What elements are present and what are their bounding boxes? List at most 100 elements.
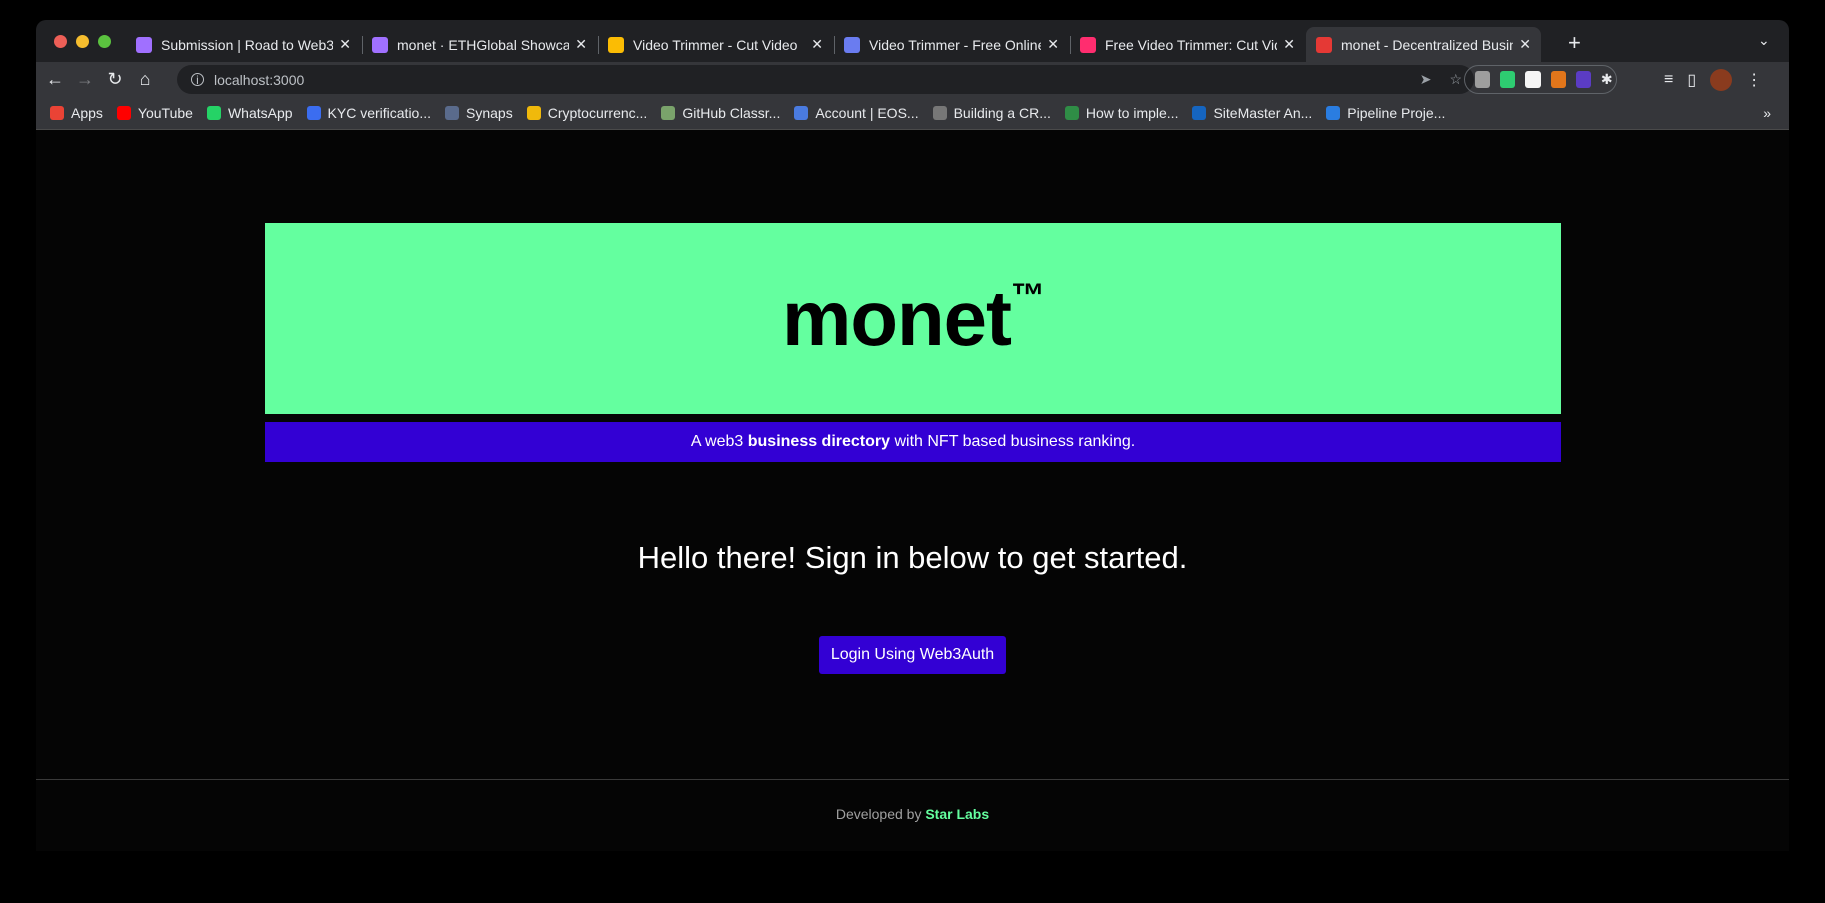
bookmark-favicon-icon [50, 106, 64, 120]
metamask-icon[interactable] [1550, 71, 1566, 88]
bookmark-favicon-icon [1064, 106, 1079, 120]
footer-text: Developed by [835, 806, 926, 822]
side-panel-icon[interactable]: ▯ [1687, 70, 1696, 90]
bookmark-label: Building a CR... [953, 105, 1051, 121]
extension-icon[interactable] [1525, 71, 1541, 88]
tab[interactable]: Video Trimmer - Free Online ✕ [834, 27, 1071, 62]
bookmark-label: Account | EOS... [815, 105, 919, 121]
bookmark-item[interactable]: Apps [50, 105, 103, 121]
login-button[interactable]: Login Using Web3Auth [819, 636, 1006, 674]
bookmark-label: YouTube [137, 105, 193, 121]
extensions-area: ✱ [1464, 65, 1617, 94]
tagline: A web3 business directory with NFT based… [265, 422, 1561, 462]
bookmark-item[interactable]: Pipeline Proje... [1326, 105, 1445, 121]
tab-title: monet - Decentralized Business [1341, 36, 1514, 53]
tagline-text: with NFT based business ranking. [890, 433, 1136, 450]
bookmark-item[interactable]: YouTube [116, 105, 193, 121]
browser-window: Submission | Road to Web3 ✕ monet · ETHGlo… [36, 20, 1789, 851]
minimize-window-button[interactable] [76, 35, 89, 48]
send-icon[interactable]: ➤ [1420, 71, 1432, 88]
brand-name: monet [782, 274, 1012, 362]
close-tab-icon[interactable]: ✕ [1283, 36, 1295, 53]
tab-favicon-icon [372, 36, 388, 53]
bookmark-item[interactable]: WhatsApp [206, 105, 293, 121]
bookmark-label: GitHub Classr... [682, 105, 781, 121]
menu-icon[interactable]: ⋮ [1746, 70, 1762, 90]
maximize-window-button[interactable] [98, 35, 111, 48]
bookmarks-overflow-icon[interactable]: » [1763, 105, 1771, 121]
bookmark-favicon-icon [306, 106, 321, 120]
bookmark-item[interactable]: Building a CR... [932, 105, 1051, 121]
tab-favicon-icon [608, 36, 624, 53]
bookmark-favicon-icon [1192, 106, 1207, 120]
bookmark-item[interactable]: Cryptocurrenc... [526, 105, 648, 121]
extension-icon[interactable] [1575, 71, 1591, 88]
bookmark-favicon-icon [661, 106, 676, 120]
tab-search-chevron-icon[interactable]: ⌄ [1758, 32, 1770, 49]
back-icon[interactable]: ← [40, 69, 70, 90]
bookmark-label: Cryptocurrenc... [547, 105, 648, 121]
bookmark-label: Synaps [466, 105, 513, 121]
bookmark-favicon-icon [206, 106, 221, 120]
bookmark-favicon-icon [794, 106, 809, 120]
tab-title: Submission | Road to Web3 [161, 36, 334, 53]
close-tab-icon[interactable]: ✕ [811, 36, 823, 53]
footer: Developed by Star Labs [36, 806, 1789, 822]
bookmarks-bar: Apps YouTube WhatsApp KYC verificatio... Syn… [36, 97, 1789, 130]
home-icon[interactable]: ⌂ [130, 69, 160, 90]
extension-icon[interactable] [1500, 71, 1516, 88]
tab-favicon-icon [136, 36, 152, 53]
tab-title: Free Video Trimmer: Cut Video [1105, 36, 1277, 53]
bookmark-item[interactable]: GitHub Classr... [661, 105, 780, 121]
tab[interactable]: Submission | Road to Web3 ✕ [126, 27, 363, 62]
tab[interactable]: Video Trimmer - Cut Video ✕ [598, 27, 835, 62]
close-tab-icon[interactable]: ✕ [1047, 36, 1059, 53]
bookmark-label: Apps [71, 105, 103, 121]
tab-bar: Submission | Road to Web3 ✕ monet · ETHGlo… [36, 20, 1789, 62]
bookmark-label: KYC verificatio... [327, 105, 432, 121]
footer-link[interactable]: Star Labs [925, 806, 989, 822]
page-content: monet™ A web3 business directory with NF… [36, 130, 1789, 851]
bookmark-item[interactable]: How to imple... [1064, 105, 1179, 121]
bookmark-favicon-icon [526, 106, 541, 120]
bookmark-favicon-icon [932, 106, 947, 120]
tab[interactable]: Free Video Trimmer: Cut Video ✕ [1070, 27, 1305, 62]
brand-title: monet™ [782, 273, 1045, 364]
bookmark-label: How to imple... [1085, 105, 1179, 121]
bookmark-label: SiteMaster An... [1213, 105, 1313, 121]
tagline-bold: business directory [747, 433, 891, 450]
avatar[interactable] [1710, 69, 1733, 91]
bookmark-item[interactable]: KYC verificatio... [306, 105, 432, 121]
tab[interactable]: monet - Decentralized Business ✕ [1306, 27, 1541, 62]
bookmark-item[interactable]: SiteMaster An... [1192, 105, 1312, 121]
bookmark-item[interactable]: Account | EOS... [794, 105, 919, 121]
reading-list-icon[interactable]: ≡ [1664, 71, 1673, 89]
tab-title: monet · ETHGlobal Showcase [397, 36, 570, 53]
tab[interactable]: monet · ETHGlobal Showcase ✕ [362, 27, 599, 62]
extension-icon[interactable] [1475, 71, 1491, 88]
hero-banner: monet™ [265, 223, 1561, 414]
tagline-text: A web3 [690, 433, 748, 450]
close-tab-icon[interactable]: ✕ [1519, 36, 1531, 53]
site-info-icon[interactable]: i [191, 73, 204, 87]
tab-favicon-icon [1080, 36, 1096, 53]
bookmark-favicon-icon [445, 106, 460, 120]
close-tab-icon[interactable]: ✕ [575, 36, 587, 53]
bookmark-label: WhatsApp [227, 105, 293, 121]
tab-title: Video Trimmer - Cut Video [633, 36, 798, 53]
trademark: ™ [1011, 277, 1045, 315]
footer-divider [36, 779, 1789, 780]
close-window-button[interactable] [54, 35, 67, 48]
address-bar[interactable]: i localhost:3000 ➤ ☆ [177, 65, 1474, 94]
bookmark-item[interactable]: Synaps [445, 105, 513, 121]
bookmark-favicon-icon [116, 106, 131, 120]
close-tab-icon[interactable]: ✕ [339, 36, 351, 53]
forward-icon[interactable]: → [70, 69, 100, 90]
new-tab-button[interactable]: + [1568, 30, 1581, 56]
puzzle-icon[interactable]: ✱ [1601, 71, 1616, 88]
url-text[interactable]: localhost:3000 [214, 72, 304, 88]
greeting-heading: Hello there! Sign in below to get starte… [637, 540, 1188, 575]
bookmark-favicon-icon [1326, 106, 1341, 120]
bookmark-star-icon[interactable]: ☆ [1449, 71, 1462, 88]
reload-icon[interactable]: ↻ [100, 69, 130, 90]
